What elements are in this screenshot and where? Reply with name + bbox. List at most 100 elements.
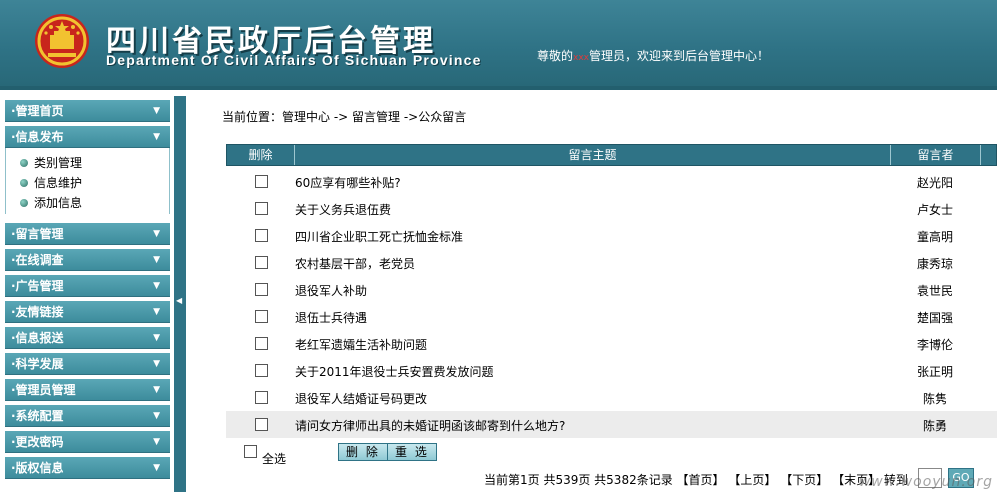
- pagination: 当前第1页 共539页 共5382条记录 【首页】 【上页】 【下页】 【末页】…: [484, 471, 908, 488]
- welcome-username: xxx: [573, 53, 589, 63]
- submenu-item-label: 添加信息: [34, 196, 83, 210]
- submenu-item-maintain[interactable]: 信息维护: [20, 174, 82, 191]
- chevron-down-icon: ▼: [153, 106, 160, 116]
- submenu-item-label: 类别管理: [34, 156, 83, 170]
- welcome-message: 尊敬的xxx管理员，欢迎来到后台管理中心！: [537, 47, 769, 64]
- select-all-checkbox[interactable]: [244, 445, 257, 458]
- sidebar-item-links[interactable]: ·友情链接 ▼: [5, 301, 170, 323]
- row-author: 李博伦: [916, 338, 953, 352]
- row-author: 陈勇: [922, 419, 947, 433]
- table-row: 关于2011年退役士兵安置费发放问题 张正明: [226, 357, 997, 384]
- column-header-subject: 留言主题: [295, 145, 891, 165]
- column-header-delete: 删除: [227, 145, 295, 165]
- sidebar-item-config[interactable]: ·系统配置 ▼: [5, 405, 170, 427]
- table-row: 关于义务兵退伍费 卢女士: [226, 195, 997, 222]
- table-row: 退役军人补助 袁世民: [226, 276, 997, 303]
- reset-button[interactable]: 重 选: [387, 443, 437, 461]
- delete-button[interactable]: 删 除: [338, 443, 388, 461]
- sidebar-item-label: ·信息发布: [11, 130, 64, 144]
- bullet-icon: [20, 159, 28, 167]
- row-subject-link[interactable]: 退伍士兵待遇: [295, 309, 367, 326]
- first-page-link[interactable]: 【首页】: [677, 473, 725, 487]
- table-header: 删除 留言主题 留言者: [226, 144, 997, 166]
- sidebar-item-copyright[interactable]: ·版权信息 ▼: [5, 457, 170, 479]
- sidebar-item-label: ·管理首页: [11, 104, 64, 118]
- chevron-down-icon: ▼: [153, 437, 160, 447]
- chevron-down-icon: ▼: [153, 132, 160, 142]
- sidebar-item-report[interactable]: ·信息报送 ▼: [5, 327, 170, 349]
- chevron-down-icon: ▼: [153, 463, 160, 473]
- sidebar-toggle[interactable]: ◀: [174, 96, 186, 492]
- table-row: 退伍士兵待遇 楚国强: [226, 303, 997, 330]
- national-emblem-icon: [35, 14, 89, 68]
- header: 四川省民政厅后台管理 Department Of Civil Affairs O…: [0, 0, 997, 86]
- welcome-prefix: 尊敬的: [537, 49, 574, 63]
- chevron-down-icon: ▼: [153, 411, 160, 421]
- sidebar-item-admins[interactable]: ·管理员管理 ▼: [5, 379, 170, 401]
- chevron-down-icon: ▼: [153, 229, 160, 239]
- pagination-info: 当前第1页 共539页 共5382条记录: [484, 473, 673, 487]
- row-author: 童高明: [916, 230, 953, 244]
- sidebar-item-label: ·版权信息: [11, 461, 64, 475]
- sidebar-item-password[interactable]: ·更改密码 ▼: [5, 431, 170, 453]
- page-subtitle: Department Of Civil Affairs Of Sichuan P…: [106, 52, 482, 68]
- sidebar-item-ads[interactable]: ·广告管理 ▼: [5, 275, 170, 297]
- sidebar-item-label: ·更改密码: [11, 435, 64, 449]
- chevron-down-icon: ▼: [153, 359, 160, 369]
- column-header-author: 留言者: [891, 145, 981, 165]
- submenu-item-category[interactable]: 类别管理: [20, 154, 82, 171]
- sidebar-item-label: ·在线调查: [11, 253, 64, 267]
- breadcrumb: 当前位置：管理中心 -> 留言管理 ->公众留言: [222, 110, 467, 124]
- row-delete-checkbox[interactable]: [255, 283, 268, 296]
- prev-page-link[interactable]: 【上页】: [728, 473, 776, 487]
- sidebar-item-label: ·友情链接: [11, 305, 64, 319]
- chevron-down-icon: ▼: [153, 333, 160, 343]
- row-subject-link[interactable]: 四川省企业职工死亡抚恤金标准: [295, 228, 463, 245]
- row-delete-checkbox[interactable]: [255, 256, 268, 269]
- table-row: 老红军遗孀生活补助问题 李博伦: [226, 330, 997, 357]
- row-author: 张正明: [916, 365, 953, 379]
- table-row: 四川省企业职工死亡抚恤金标准 童高明: [226, 222, 997, 249]
- row-subject-link[interactable]: 退役军人补助: [295, 282, 367, 299]
- row-delete-checkbox[interactable]: [255, 175, 268, 188]
- sidebar-item-label: ·信息报送: [11, 331, 64, 345]
- sidebar-item-publish[interactable]: ·信息发布 ▼: [5, 126, 170, 148]
- sidebar-item-survey[interactable]: ·在线调查 ▼: [5, 249, 170, 271]
- row-author: 袁世民: [916, 284, 953, 298]
- row-delete-checkbox[interactable]: [255, 418, 268, 431]
- sidebar-item-label: ·广告管理: [11, 279, 64, 293]
- table-row: 请问女方律师出具的未婚证明函该邮寄到什么地方? 陈勇: [226, 411, 997, 438]
- row-author: 卢女士: [916, 203, 953, 217]
- chevron-down-icon: ▼: [153, 255, 160, 265]
- table-row: 60应享有哪些补贴? 赵光阳: [226, 168, 997, 195]
- row-subject-link[interactable]: 农村基层干部，老党员: [295, 255, 415, 272]
- sidebar-item-label: ·科学发展: [11, 357, 64, 371]
- row-subject-link[interactable]: 关于义务兵退伍费: [295, 201, 391, 218]
- select-all-label: 全选: [262, 452, 287, 466]
- sidebar-item-home[interactable]: ·管理首页 ▼: [5, 100, 170, 122]
- row-subject-link[interactable]: 请问女方律师出具的未婚证明函该邮寄到什么地方?: [295, 417, 565, 434]
- welcome-suffix: 管理员，欢迎来到后台管理中心！: [589, 49, 770, 63]
- submenu-item-add[interactable]: 添加信息: [20, 194, 82, 211]
- collapse-left-icon: ◀: [176, 296, 183, 305]
- row-author: 陈隽: [922, 392, 947, 406]
- row-subject-link[interactable]: 关于2011年退役士兵安置费发放问题: [295, 363, 494, 380]
- row-subject-link[interactable]: 老红军遗孀生活补助问题: [295, 336, 427, 353]
- bullet-icon: [20, 199, 28, 207]
- next-page-link[interactable]: 【下页】: [780, 473, 828, 487]
- row-delete-checkbox[interactable]: [255, 310, 268, 323]
- row-delete-checkbox[interactable]: [255, 391, 268, 404]
- row-subject-link[interactable]: 60应享有哪些补贴?: [295, 174, 401, 191]
- sidebar-item-messages[interactable]: ·留言管理 ▼: [5, 223, 170, 245]
- sidebar-item-development[interactable]: ·科学发展 ▼: [5, 353, 170, 375]
- row-subject-link[interactable]: 退役军人结婚证号码更改: [295, 390, 427, 407]
- bullet-icon: [20, 179, 28, 187]
- row-delete-checkbox[interactable]: [255, 229, 268, 242]
- row-delete-checkbox[interactable]: [255, 364, 268, 377]
- row-delete-checkbox[interactable]: [255, 202, 268, 215]
- submenu-item-label: 信息维护: [34, 176, 83, 190]
- row-author: 康秀琼: [916, 257, 953, 271]
- chevron-down-icon: ▼: [153, 307, 160, 317]
- row-delete-checkbox[interactable]: [255, 337, 268, 350]
- publish-submenu: 类别管理 信息维护 添加信息: [5, 148, 170, 214]
